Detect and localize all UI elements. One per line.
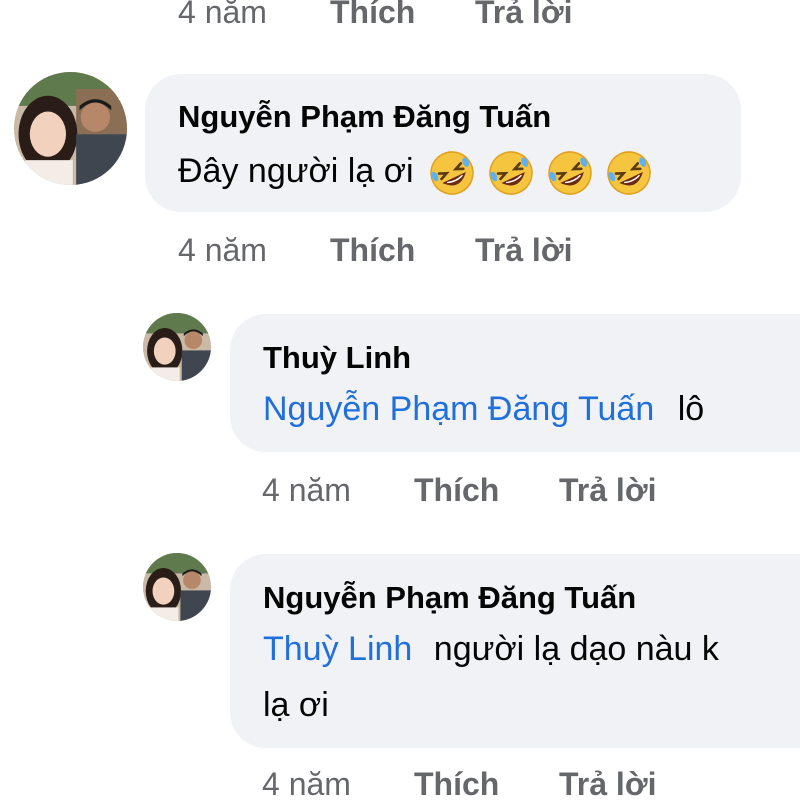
rolling-on-floor-laughing-icon bbox=[546, 149, 594, 197]
comment-actions-top: 4 năm Thích Trả lời bbox=[178, 0, 572, 31]
reply-button[interactable]: Trả lời bbox=[475, 0, 572, 31]
comment-time: 4 năm bbox=[262, 472, 351, 508]
rolling-on-floor-laughing-icon bbox=[605, 149, 653, 197]
comment-actions: 4 năm Thích Trả lời bbox=[178, 232, 572, 269]
comment-time: 4 năm bbox=[262, 766, 351, 800]
emoji-row bbox=[428, 149, 664, 197]
like-button[interactable]: Thích bbox=[414, 472, 559, 509]
comment-text-line2: lạ ơi bbox=[263, 686, 329, 724]
reply-button[interactable]: Trả lời bbox=[559, 472, 656, 509]
comment-body: Đây người lạ ơi bbox=[178, 151, 414, 190]
comment-author[interactable]: Thuỳ Linh bbox=[263, 340, 411, 376]
like-button[interactable]: Thích bbox=[330, 0, 475, 31]
comment-text: Đây người lạ ơi bbox=[178, 149, 664, 197]
mention-link[interactable]: Thuỳ Linh bbox=[263, 630, 412, 668]
comment-thread: 4 năm Thích Trả lời Nguyễn Phạm Đăng Tuấ… bbox=[0, 0, 800, 800]
comment-text: Nguyễn Phạm Đăng Tuấn lô bbox=[263, 392, 704, 426]
mention-link[interactable]: Nguyễn Phạm Đăng Tuấn bbox=[263, 390, 654, 428]
comment-body: người lạ dạo nàu k bbox=[433, 630, 719, 668]
rolling-on-floor-laughing-icon bbox=[487, 149, 535, 197]
comment-author[interactable]: Nguyễn Phạm Đăng Tuấn bbox=[178, 99, 551, 135]
comment-bubble: Nguyễn Phạm Đăng Tuấn Đây người lạ ơi bbox=[145, 74, 741, 212]
rolling-on-floor-laughing-icon bbox=[428, 149, 476, 197]
comment-bubble: Thuỳ Linh Nguyễn Phạm Đăng Tuấn lô bbox=[230, 314, 800, 452]
comment-time: 4 năm bbox=[178, 232, 267, 268]
comment-actions: 4 năm Thích Trả lời bbox=[262, 472, 656, 509]
comment-author[interactable]: Nguyễn Phạm Đăng Tuấn bbox=[263, 580, 636, 616]
avatar[interactable] bbox=[143, 553, 211, 621]
comment-time: 4 năm bbox=[178, 0, 267, 30]
comment-text: Thuỳ Linh người lạ dạo nàu k bbox=[263, 632, 719, 666]
like-button[interactable]: Thích bbox=[414, 766, 559, 800]
comment-body: lô bbox=[677, 390, 705, 428]
reply-button[interactable]: Trả lời bbox=[475, 232, 572, 269]
comment-bubble: Nguyễn Phạm Đăng Tuấn Thuỳ Linh người lạ… bbox=[230, 554, 800, 748]
avatar[interactable] bbox=[14, 72, 127, 185]
comment-actions: 4 năm Thích Trả lời bbox=[262, 766, 656, 800]
avatar[interactable] bbox=[143, 313, 211, 381]
like-button[interactable]: Thích bbox=[330, 232, 475, 269]
reply-button[interactable]: Trả lời bbox=[559, 766, 656, 800]
